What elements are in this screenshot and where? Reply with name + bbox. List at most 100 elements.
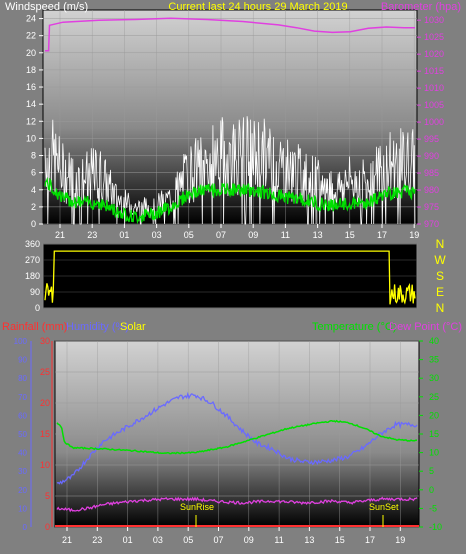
wind-x-tick-label: 05 bbox=[184, 230, 194, 240]
barometer-axis: 970 975 980 985 990 995 1000 1005 1010 1015 1020 10… bbox=[417, 15, 444, 229]
weather-charts: 024681012141618202224 970975980985990995… bbox=[2, 1, 462, 545]
humidity-tick-label: 70 bbox=[18, 393, 27, 402]
temperature-tick-label: 25 bbox=[429, 392, 439, 402]
humidity-tick-label: 0 bbox=[23, 523, 28, 532]
temperature-x-tick-label: 17 bbox=[365, 535, 375, 545]
humidity-tick-label: 40 bbox=[18, 449, 27, 458]
temperature-tick-label: 5 bbox=[429, 466, 434, 476]
temperature-tick-label: 0 bbox=[429, 485, 434, 495]
temperature-tick-label: 20 bbox=[429, 410, 439, 420]
temperature-x-tick-label: 03 bbox=[153, 535, 163, 545]
windspeed-axis-label: Windspeed (m/s) bbox=[5, 1, 88, 13]
windspeed-tick-label: 22 bbox=[26, 31, 36, 41]
direction-tick-label: 0 bbox=[35, 303, 40, 313]
direction-tick-label: 90 bbox=[30, 287, 40, 297]
direction-axis: 0 90 180 270 360 bbox=[25, 239, 40, 313]
rainfall-axis: 0 5 10 15 20 25 30 bbox=[40, 336, 53, 532]
wind-x-tick-label: 17 bbox=[377, 230, 387, 240]
humidity-tick-label: 30 bbox=[18, 467, 27, 476]
temperature-tick-label: -10 bbox=[429, 522, 442, 532]
wind-x-tick-label: 13 bbox=[313, 230, 323, 240]
windspeed-tick-label: 6 bbox=[31, 168, 36, 178]
compass-label: W bbox=[434, 253, 446, 267]
barometer-tick-label: 1005 bbox=[424, 100, 444, 110]
temperature-x-tick-label: 05 bbox=[183, 535, 193, 545]
rainfall-tick-label: 20 bbox=[40, 398, 50, 408]
direction-tick-label: 360 bbox=[25, 239, 40, 249]
barometer-tick-label: 985 bbox=[424, 168, 439, 178]
temperature-tick-label: 40 bbox=[429, 336, 439, 346]
barometer-tick-label: 995 bbox=[424, 134, 439, 144]
temperature-x-tick-label: 11 bbox=[274, 535, 283, 545]
rainfall-axis-label: Rainfall (mm) bbox=[2, 321, 67, 333]
wind-x-tick-label: 11 bbox=[281, 230, 290, 240]
direction-tick-label: 270 bbox=[25, 255, 40, 265]
direction-tick-label: 180 bbox=[25, 271, 40, 281]
temperature-x-tick-label: 01 bbox=[123, 535, 133, 545]
rainfall-tick-label: 5 bbox=[45, 491, 50, 501]
wind-x-tick-label: 09 bbox=[248, 230, 258, 240]
windspeed-tick-label: 8 bbox=[31, 151, 36, 161]
rainfall-tick-label: 0 bbox=[45, 522, 50, 532]
wind-x-tick-label: 21 bbox=[55, 230, 65, 240]
temperature-tick-label: 15 bbox=[429, 429, 439, 439]
barometer-tick-label: 1030 bbox=[424, 15, 444, 25]
windspeed-tick-label: 12 bbox=[26, 116, 36, 126]
humidity-tick-label: 90 bbox=[18, 356, 27, 365]
windspeed-tick-label: 16 bbox=[26, 82, 36, 92]
windspeed-tick-label: 24 bbox=[26, 14, 36, 24]
temperature-x-axis: 21 23 01 03 05 07 09 11 13 15 17 19 bbox=[62, 527, 405, 545]
temperature-axis-label: Temperature (°C) bbox=[312, 321, 396, 333]
compass-label: N bbox=[436, 301, 445, 315]
humidity-tick-label: 50 bbox=[18, 430, 27, 439]
barometer-tick-label: 1015 bbox=[424, 66, 444, 76]
temperature-x-tick-label: 21 bbox=[62, 535, 72, 545]
direction-compass-labels: NWSEN bbox=[434, 237, 446, 315]
compass-label: E bbox=[436, 285, 444, 299]
temperature-axis: -10 -5 0 5 10 15 20 25 30 35 40 bbox=[419, 336, 442, 532]
windspeed-tick-label: 14 bbox=[26, 99, 36, 109]
humidity-tick-label: 20 bbox=[18, 486, 27, 495]
wind-x-tick-label: 03 bbox=[152, 230, 162, 240]
wind-x-tick-label: 19 bbox=[409, 230, 419, 240]
temperature-x-tick-label: 09 bbox=[244, 535, 254, 545]
chart-title: Current last 24 hours 29 March 2019 bbox=[168, 1, 347, 13]
temperature-tick-label: 35 bbox=[429, 355, 439, 365]
barometer-tick-label: 1025 bbox=[424, 32, 444, 42]
humidity-tick-label: 60 bbox=[18, 411, 27, 420]
temperature-tick-label: 10 bbox=[429, 448, 439, 458]
barometer-tick-label: 990 bbox=[424, 151, 439, 161]
barometer-tick-label: 970 bbox=[424, 219, 439, 229]
temperature-x-tick-label: 19 bbox=[395, 535, 405, 545]
sunset-annotation: SunSet bbox=[369, 502, 399, 512]
windspeed-tick-label: 10 bbox=[26, 133, 36, 143]
compass-label: N bbox=[436, 237, 445, 251]
compass-label: S bbox=[436, 269, 444, 283]
windspeed-tick-label: 2 bbox=[31, 202, 36, 212]
humidity-axis: 0 10 20 30 40 50 60 70 80 90 100 bbox=[14, 337, 32, 532]
barometer-tick-label: 975 bbox=[424, 202, 439, 212]
rainfall-tick-label: 25 bbox=[40, 367, 50, 377]
wind-x-tick-label: 23 bbox=[87, 230, 97, 240]
windspeed-tick-label: 0 bbox=[31, 219, 36, 229]
wind-x-tick-label: 15 bbox=[345, 230, 355, 240]
humidity-tick-label: 10 bbox=[18, 504, 27, 513]
temperature-tick-label: 30 bbox=[429, 373, 439, 383]
wind-x-axis: 21 23 01 03 05 07 09 11 13 15 17 19 bbox=[55, 224, 419, 240]
rainfall-tick-label: 15 bbox=[40, 429, 50, 439]
temperature-tick-label: -5 bbox=[429, 503, 437, 513]
barometer-tick-label: 1010 bbox=[424, 83, 444, 93]
dewpoint-axis-label: Dew Point (°C) bbox=[389, 321, 462, 333]
temperature-x-tick-label: 07 bbox=[213, 535, 223, 545]
humidity-tick-label: 100 bbox=[14, 337, 28, 346]
windspeed-tick-label: 20 bbox=[26, 48, 36, 58]
barometer-tick-label: 980 bbox=[424, 185, 439, 195]
windspeed-tick-label: 4 bbox=[31, 185, 36, 195]
barometer-axis-label: Barometer (hpa) bbox=[381, 1, 461, 13]
wind-x-tick-label: 07 bbox=[216, 230, 226, 240]
barometer-tick-label: 1020 bbox=[424, 49, 444, 59]
barometer-tick-label: 1000 bbox=[424, 117, 444, 127]
temperature-x-tick-label: 23 bbox=[92, 535, 102, 545]
windspeed-tick-label: 18 bbox=[26, 65, 36, 75]
temperature-x-tick-label: 15 bbox=[335, 535, 345, 545]
